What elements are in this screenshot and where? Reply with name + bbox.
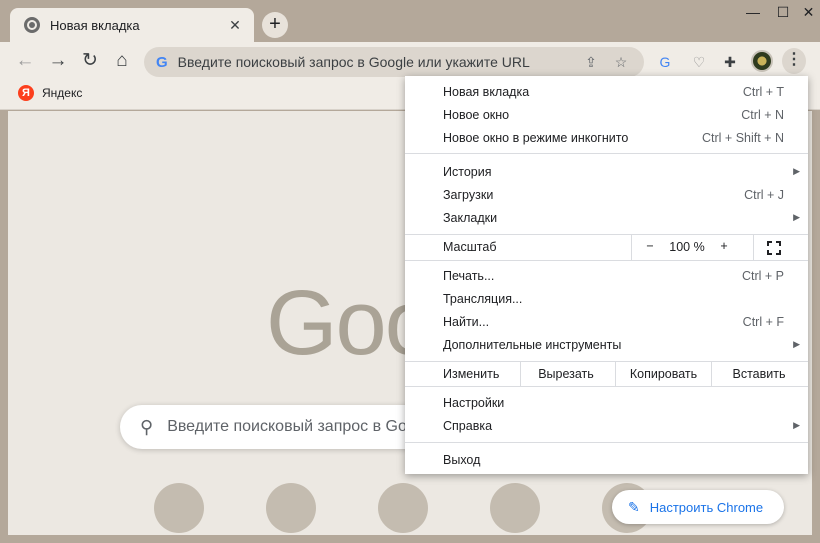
menu-item-label: Найти...	[443, 314, 490, 329]
search-icon: ⚲	[140, 416, 154, 437]
toolbar: ← → ↻ ⌂ G Введите поисковый запрос в Goo…	[0, 42, 820, 80]
menu-item-label: Трансляция...	[443, 291, 523, 306]
fullscreen-icon[interactable]	[767, 241, 781, 255]
menu-item-downloads[interactable]: Загрузки Ctrl + J	[405, 183, 808, 206]
edit-label: Изменить	[443, 367, 500, 381]
zoom-divider	[753, 235, 754, 260]
tab-close-icon[interactable]: ✕	[226, 17, 244, 34]
menu-item-settings[interactable]: Настройки	[405, 391, 808, 414]
maximize-button[interactable]: ☐	[768, 0, 798, 26]
tab-title: Новая вкладка	[50, 17, 140, 33]
bookmark-star-icon[interactable]: ☆	[610, 54, 632, 71]
menu-item-shortcut: Ctrl + Shift + N	[702, 130, 784, 145]
menu-item-label: Новая вкладка	[443, 84, 530, 99]
zoom-value: 100 %	[669, 240, 705, 254]
zoom-label: Масштаб	[443, 240, 497, 254]
profile-avatar[interactable]	[751, 50, 773, 72]
menu-separator	[405, 260, 808, 261]
menu-item-exit[interactable]: Выход	[405, 448, 808, 471]
menu-edit-row: Изменить Вырезать Копировать Вставить	[405, 362, 808, 387]
menu-item-label: Выход	[443, 452, 481, 467]
menu-item-label: Печать...	[443, 268, 495, 283]
menu-item-shortcut: Ctrl + F	[742, 314, 784, 329]
menu-item-label: Новое окно в режиме инкогнито	[443, 130, 629, 145]
chrome-tab-icon	[24, 17, 40, 33]
menu-separator	[405, 153, 808, 154]
reload-button[interactable]: ↻	[77, 49, 103, 75]
menu-item-print[interactable]: Печать... Ctrl + P	[405, 264, 808, 287]
menu-item-history[interactable]: История ▶	[405, 160, 808, 183]
bookmark-yandex[interactable]: Я Яндекс	[18, 85, 82, 101]
submenu-arrow-icon: ▶	[793, 166, 800, 176]
shortcut-tile[interactable]	[490, 483, 540, 533]
menu-item-label: Новое окно	[443, 107, 510, 122]
menu-item-label: История	[443, 164, 492, 179]
menu-item-shortcut: Ctrl + J	[744, 187, 784, 202]
menu-item-shortcut: Ctrl + T	[742, 84, 784, 99]
omnibox-placeholder[interactable]: Введите поисковый запрос в Google или ук…	[178, 54, 572, 70]
tab-new-tab[interactable]: Новая вкладка ✕	[10, 8, 254, 42]
pencil-icon: ✎	[628, 498, 640, 515]
translate-extension-icon[interactable]: G	[654, 51, 676, 73]
menu-separator	[405, 386, 808, 387]
back-button[interactable]: ←	[12, 49, 38, 75]
zoom-out-button[interactable]: −	[643, 239, 657, 253]
title-bar: Новая вкладка ✕ + — ☐ ✕	[0, 0, 820, 42]
minimize-button[interactable]: —	[738, 0, 768, 26]
menu-item-more-tools[interactable]: Дополнительные инструменты ▶	[405, 333, 808, 356]
shortcut-tile[interactable]	[266, 483, 316, 533]
customize-label: Настроить Chrome	[649, 499, 764, 515]
google-icon: G	[156, 53, 168, 71]
menu-zoom-row: Масштаб − 100 % +	[405, 235, 808, 260]
menu-item-new-window[interactable]: Новое окно Ctrl + N	[405, 103, 808, 126]
submenu-arrow-icon: ▶	[793, 420, 800, 430]
menu-item-incognito[interactable]: Новое окно в режиме инкогнито Ctrl + Shi…	[405, 126, 808, 149]
paste-button[interactable]: Вставить	[712, 362, 806, 387]
menu-item-cast[interactable]: Трансляция...	[405, 287, 808, 310]
yandex-icon: Я	[18, 85, 34, 101]
menu-item-label: Дополнительные инструменты	[443, 337, 622, 352]
window-close-button[interactable]: ✕	[797, 0, 820, 26]
menu-item-bookmarks[interactable]: Закладки ▶	[405, 206, 808, 229]
extensions-puzzle-icon[interactable]: ✚	[719, 51, 741, 73]
menu-item-label: Справка	[443, 418, 493, 433]
submenu-arrow-icon: ▶	[793, 339, 800, 349]
menu-item-shortcut: Ctrl + N	[741, 107, 784, 122]
share-icon[interactable]: ⇪	[580, 54, 602, 71]
shortcut-tile[interactable]	[154, 483, 204, 533]
menu-item-find[interactable]: Найти... Ctrl + F	[405, 310, 808, 333]
menu-item-label: Загрузки	[443, 187, 494, 202]
customize-chrome-button[interactable]: ✎ Настроить Chrome	[612, 490, 784, 524]
bookmark-yandex-label: Яндекс	[42, 86, 83, 100]
menu-item-label: Настройки	[443, 395, 505, 410]
zoom-divider	[631, 235, 632, 260]
zoom-in-button[interactable]: +	[717, 239, 731, 253]
home-button[interactable]: ⌂	[109, 49, 135, 75]
copy-button[interactable]: Копировать	[616, 362, 711, 387]
pocket-extension-icon[interactable]: ♡	[688, 51, 710, 73]
omnibox[interactable]: G Введите поисковый запрос в Google или …	[144, 47, 644, 77]
menu-item-shortcut: Ctrl + P	[741, 268, 784, 283]
forward-button[interactable]: →	[45, 49, 71, 75]
menu-item-label: Закладки	[443, 210, 498, 225]
new-tab-button[interactable]: +	[262, 12, 288, 38]
menu-separator	[405, 442, 808, 443]
submenu-arrow-icon: ▶	[793, 212, 800, 222]
shortcut-tile[interactable]	[378, 483, 428, 533]
menu-button[interactable]: ⋮	[782, 48, 806, 74]
menu-item-help[interactable]: Справка ▶	[405, 414, 808, 437]
chrome-menu: Новая вкладка Ctrl + T Новое окно Ctrl +…	[405, 76, 808, 474]
cut-button[interactable]: Вырезать	[521, 362, 611, 387]
menu-item-new-tab[interactable]: Новая вкладка Ctrl + T	[405, 80, 808, 103]
